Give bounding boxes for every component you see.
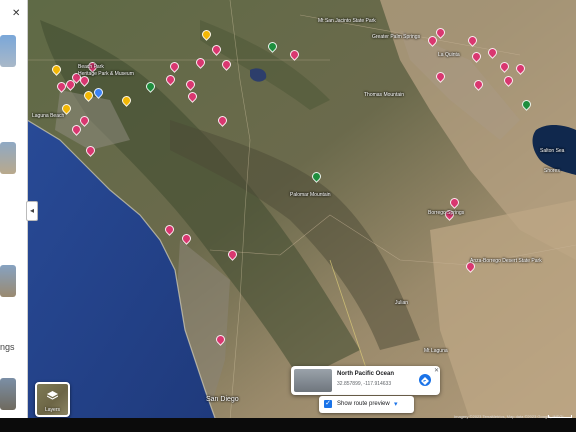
- layers-label: Layers: [44, 407, 60, 413]
- place-label: Borrego Springs: [428, 210, 465, 216]
- directions-icon[interactable]: [419, 374, 431, 386]
- place-label: Palomar Mountain: [290, 192, 331, 198]
- place-label: Beach Park: [78, 64, 104, 70]
- result-thumbnail[interactable]: [0, 378, 16, 410]
- checkbox-checked-icon[interactable]: ✓: [324, 400, 332, 408]
- results-sidebar: ✕ ngs: [0, 0, 28, 418]
- layers-button[interactable]: Layers: [35, 382, 70, 417]
- location-title: North Pacific Ocean: [337, 371, 395, 377]
- place-label: Salton Sea: [540, 148, 565, 154]
- sidebar-text: ngs: [0, 342, 15, 352]
- place-label: La Quinta: [438, 52, 460, 58]
- scale-bar: [548, 415, 572, 418]
- route-preview-toggle[interactable]: ✓ Show route preview ▾: [319, 396, 414, 413]
- place-label: Mt Laguna: [424, 348, 448, 354]
- place-label: Greater Palm Springs: [372, 34, 421, 40]
- place-label: San Diego: [206, 396, 239, 403]
- location-coords: 32.857899, -117.914633: [337, 381, 392, 387]
- place-label: Mt San Jacinto State Park: [318, 18, 376, 24]
- close-icon[interactable]: ✕: [12, 8, 20, 19]
- place-label: Thomas Mountain: [364, 92, 405, 98]
- bottom-bar: [0, 418, 576, 432]
- result-thumbnail[interactable]: [0, 35, 16, 67]
- place-label: Anza-Borrego Desert State Park: [470, 258, 542, 264]
- layers-icon: [47, 391, 58, 400]
- place-label: Shores: [544, 168, 560, 174]
- result-thumbnail[interactable]: [0, 142, 16, 174]
- result-thumbnail[interactable]: [0, 265, 16, 297]
- close-icon[interactable]: ✕: [434, 367, 439, 374]
- place-label: Julian: [395, 300, 409, 306]
- route-preview-label: Show route preview: [337, 401, 390, 407]
- chevron-left-icon[interactable]: ◂: [26, 201, 38, 221]
- location-info-card[interactable]: North Pacific Ocean 32.857899, -117.9146…: [291, 366, 440, 395]
- location-thumbnail[interactable]: [294, 369, 332, 392]
- car-icon[interactable]: ▾: [394, 400, 398, 408]
- place-label: Heritage Park & Museum: [78, 71, 134, 77]
- place-label: Laguna Beach: [32, 113, 65, 119]
